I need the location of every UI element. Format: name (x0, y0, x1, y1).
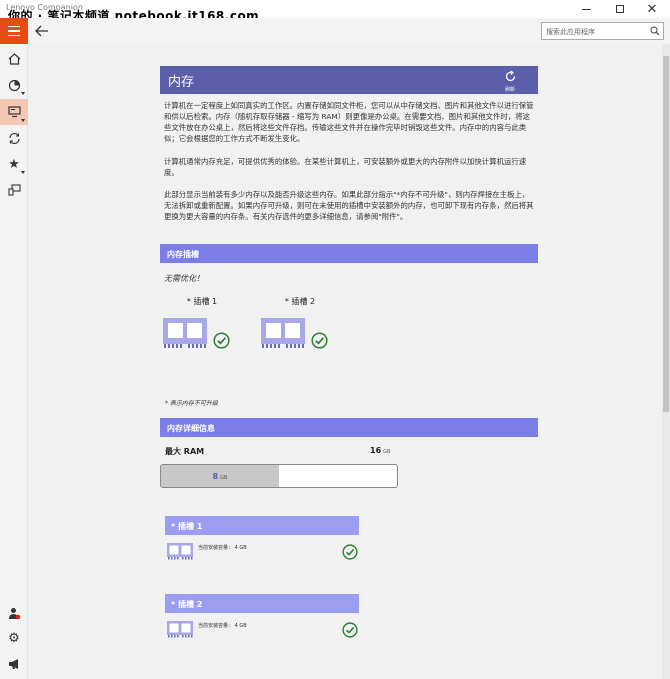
max-ram-number: 16 (370, 446, 382, 455)
minimize-button[interactable] (572, 0, 600, 18)
max-ram-unit: GB (383, 449, 391, 455)
installed-ram-value: 8 GB (161, 472, 279, 481)
memory-slot-1: * 插槽 1 (162, 296, 242, 353)
installed-ram-unit: GB (220, 475, 228, 481)
vertical-scrollbar[interactable] (662, 44, 670, 679)
intro-paragraph-3: 此部分显示当前装有多少内存以及能否升级这些内存。如果此部分指示"*内存不可升级"… (164, 190, 534, 221)
nav-bar: 搜索此应用程序 (0, 18, 670, 44)
sidebar-item-sync[interactable] (0, 125, 28, 151)
sidebar-item-feedback[interactable] (0, 651, 28, 677)
sync-icon (8, 132, 20, 144)
close-icon: ✕ (646, 1, 658, 17)
slot-2-detail-title: * 插槽 2 (165, 594, 359, 613)
sidebar-item-home[interactable] (0, 46, 28, 72)
maximize-icon (616, 5, 624, 13)
refresh-label: 刷新 (504, 87, 515, 93)
sidebar-item-favorites[interactable]: ★ (0, 151, 28, 177)
slot-label: * 插槽 2 (284, 297, 316, 306)
expand-arrow-icon (21, 92, 25, 95)
monitor-icon (7, 106, 21, 118)
memory-module-icon (167, 543, 193, 560)
sidebar-item-dashboard[interactable] (0, 72, 28, 98)
memory-module-icon (167, 621, 193, 638)
app-window: Lenovo Companion 你的 · 笔记本频道 notebook.it1… (0, 0, 670, 679)
back-button[interactable] (32, 22, 52, 40)
maximize-button[interactable] (606, 0, 634, 18)
memory-module-icon (261, 318, 305, 348)
intro-paragraph-2: 计算机通常内存充足，可提供优秀的体验。在某些计算机上，可安装额外或更大的内存附件… (164, 157, 527, 177)
slot-1-capacity: 当前安装容量： 4 GB (198, 545, 247, 551)
gear-icon: ⚙ (8, 630, 20, 646)
sidebar: ★ ⚙ (0, 44, 28, 679)
memory-slots-section-title: 内存插槽 (160, 244, 538, 263)
close-button[interactable]: ✕ (638, 0, 666, 18)
search-placeholder: 搜索此应用程序 (546, 28, 595, 36)
non-upgradeable-note: * 表示内存不可升级 (165, 400, 218, 407)
hamburger-menu-button[interactable] (0, 18, 28, 44)
sidebar-item-system[interactable] (0, 99, 28, 125)
back-arrow-icon (35, 25, 48, 37)
hamburger-icon-line (8, 30, 20, 32)
refresh-button[interactable]: 刷新 (500, 68, 520, 93)
memory-slot-2: * 插槽 2 (260, 296, 340, 353)
search-input[interactable]: 搜索此应用程序 (541, 22, 664, 40)
memory-module-icon (163, 318, 207, 348)
memory-details-section-title: 内存详细信息 (160, 418, 538, 437)
megaphone-icon (8, 659, 18, 669)
installed-ram-number: 8 (212, 472, 219, 481)
devices-icon (7, 184, 21, 196)
hamburger-icon-line (8, 34, 20, 37)
search-icon[interactable] (650, 26, 660, 36)
page-title: 内存 (168, 75, 195, 90)
sidebar-item-account[interactable] (0, 600, 28, 626)
max-ram-label: 最大 RAM (165, 447, 205, 456)
memory-page: 内存 刷新 (160, 66, 538, 94)
title-bar: Lenovo Companion 你的 · 笔记本频道 notebook.it1… (0, 0, 670, 23)
gauge-icon (8, 79, 20, 91)
optimization-status: 无需优化！ (164, 274, 204, 283)
minimize-icon (581, 8, 591, 10)
expand-arrow-icon (21, 119, 25, 122)
sidebar-item-settings[interactable]: ⚙ (0, 625, 28, 651)
home-icon (8, 53, 20, 65)
intro-paragraph-1: 计算机在一定程度上如同真实的工作区。内置存储如同文件柜，您可以从中存储文档、图片… (164, 101, 534, 143)
slot-label: * 插槽 1 (186, 297, 218, 306)
check-circle-icon (342, 622, 358, 638)
sidebar-item-devices[interactable] (0, 177, 28, 203)
expand-arrow-icon (21, 171, 25, 174)
slot-2-capacity: 当前安装容量： 4 GB (198, 623, 247, 629)
scrollbar-thumb[interactable] (663, 56, 669, 412)
max-ram-value: 16 GB (370, 446, 390, 455)
check-circle-icon (311, 332, 328, 349)
slot-1-detail-title: * 插槽 1 (165, 516, 359, 535)
refresh-icon (505, 70, 515, 82)
check-circle-icon (342, 544, 358, 560)
user-icon (8, 607, 20, 619)
hamburger-icon-line (8, 25, 20, 28)
check-circle-icon (213, 332, 230, 349)
page-header: 内存 刷新 (160, 66, 538, 94)
star-icon: ★ (8, 156, 20, 172)
installed-ram-bar: 8 GB (160, 464, 398, 488)
